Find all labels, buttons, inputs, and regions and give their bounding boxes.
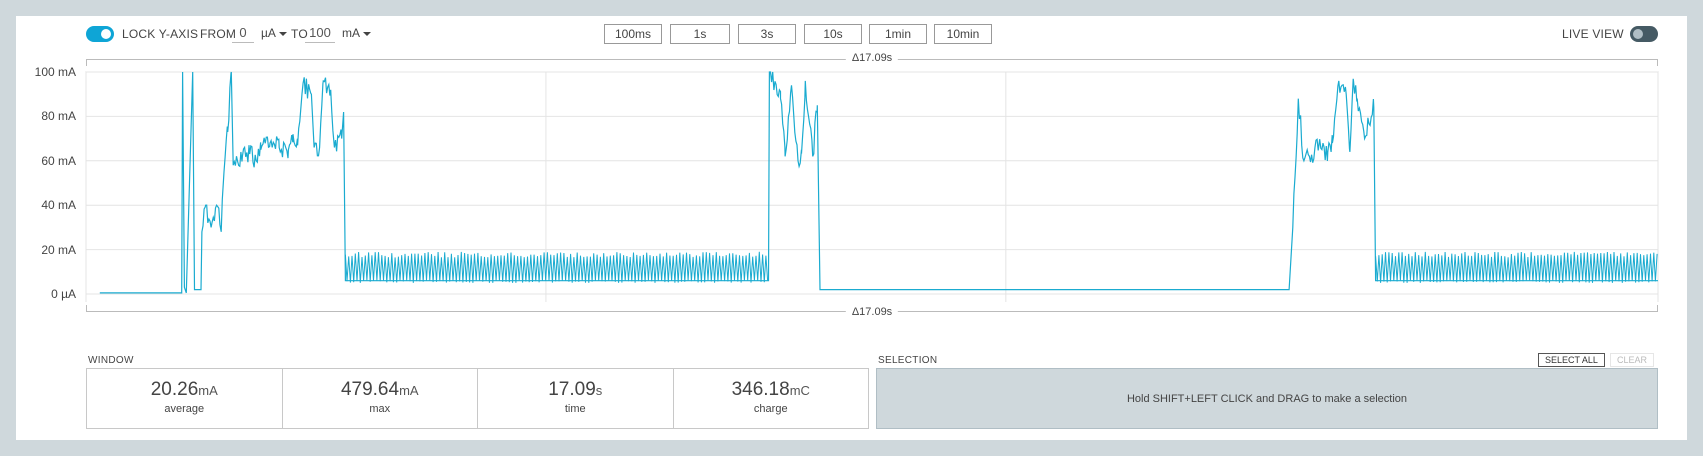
stat-unit: mA (399, 383, 419, 398)
selection-section-label: SELECTION (878, 355, 937, 366)
chart-plot-area (100, 72, 1658, 293)
power-profiler-panel: LOCK Y-AXIS FROM µA TO mA 100ms 1s 3s 10… (16, 16, 1687, 440)
y-tick-label: 60 mA (16, 154, 76, 168)
stat-unit: s (596, 383, 603, 398)
y-tick-label: 100 mA (16, 65, 76, 79)
stat-label: max (283, 403, 478, 415)
y-tick-label: 40 mA (16, 198, 76, 212)
current-trace-band (345, 252, 767, 283)
stat-charge: 346.18mC charge (674, 369, 869, 428)
selection-area[interactable]: Hold SHIFT+LEFT CLICK and DRAG to make a… (876, 368, 1658, 429)
y-tick-label: 20 mA (16, 243, 76, 257)
stat-label: time (478, 403, 673, 415)
stat-max: 479.64mA max (283, 369, 479, 428)
stat-value: 17.09 (548, 379, 596, 400)
current-trace-line (100, 72, 1658, 293)
stat-time: 17.09s time (478, 369, 674, 428)
select-all-button[interactable]: SELECT ALL (1538, 353, 1605, 367)
stat-label: average (87, 403, 282, 415)
y-tick-label: 80 mA (16, 109, 76, 123)
stat-value: 20.26 (151, 379, 199, 400)
stat-value: 479.64 (341, 379, 399, 400)
window-stats: 20.26mA average 479.64mA max 17.09s time… (86, 368, 869, 429)
stat-unit: mC (790, 383, 810, 398)
stat-value: 346.18 (732, 379, 790, 400)
clear-button[interactable]: CLEAR (1610, 353, 1654, 367)
window-section-label: WINDOW (88, 355, 134, 366)
stat-average: 20.26mA average (87, 369, 283, 428)
current-trace-band (1376, 252, 1658, 283)
window-delta-label: Δ17.09s (846, 306, 898, 318)
stat-label: charge (674, 403, 869, 415)
selection-hint: Hold SHIFT+LEFT CLICK and DRAG to make a… (1127, 393, 1407, 405)
window-delta-ruler-bottom: Δ17.09s (86, 305, 1658, 312)
current-chart[interactable] (16, 16, 1687, 336)
y-tick-label: 0 µA (16, 287, 76, 301)
stat-unit: mA (198, 383, 218, 398)
